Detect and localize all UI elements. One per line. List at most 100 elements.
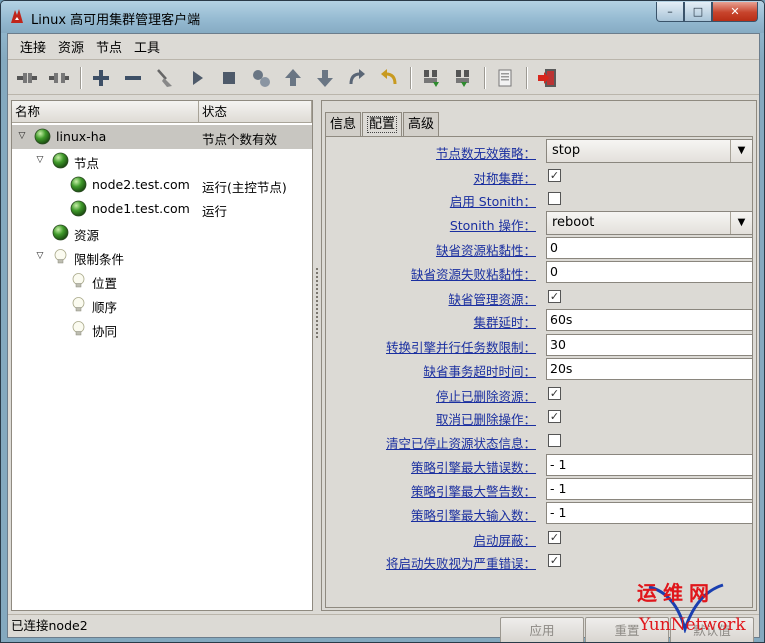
undo-icon <box>381 68 397 84</box>
config-label: 集群延时： <box>473 315 536 330</box>
config-checkbox[interactable]: ✓ <box>548 387 561 400</box>
menu-nodes[interactable]: 节点 <box>90 37 128 56</box>
config-row: 转换引擎并行任务数限制： 30 <box>326 333 754 357</box>
tree-row[interactable]: 位置 <box>12 269 312 293</box>
column-status-header[interactable]: 状态 <box>199 101 312 123</box>
tree-row[interactable]: node1.test.com 运行 <box>12 197 312 221</box>
toolbar-separator <box>526 66 528 89</box>
config-dropdown[interactable]: stop ▼ <box>546 139 753 163</box>
config-checkbox[interactable] <box>548 434 561 447</box>
config-label: 策略引擎最大警告数： <box>410 484 536 499</box>
cluster-tree[interactable]: 名称 状态 ▽ linux-ha 节点个数有效 ▽ 节点 node2.test.com 运行… <box>11 100 313 611</box>
config-text-input[interactable]: 0 <box>546 237 753 259</box>
config-dropdown[interactable]: reboot ▼ <box>546 211 753 235</box>
tree-row[interactable]: 资源 <box>12 221 312 245</box>
tree-row-label: 位置 <box>92 276 118 291</box>
config-row: 缺省事务超时时间： 20s <box>326 357 754 381</box>
config-row: 对称集群： ✓ <box>326 164 754 188</box>
remove-button[interactable] <box>119 64 147 92</box>
config-label: 停止已删除资源： <box>435 389 536 404</box>
config-text-input[interactable]: 0 <box>546 261 753 283</box>
expander-icon[interactable]: ▽ <box>34 250 46 262</box>
add-button[interactable] <box>87 64 115 92</box>
start-button[interactable] <box>183 64 211 92</box>
exit-button[interactable] <box>533 64 561 92</box>
config-row: 清空已停止资源状态信息： <box>326 429 754 453</box>
log-button[interactable] <box>491 64 519 92</box>
tree-row[interactable]: ▽ 节点 <box>12 149 312 173</box>
config-label: Stonith 操作： <box>449 218 536 233</box>
config-text-input[interactable]: - 1 <box>546 478 753 500</box>
remove-icon <box>125 75 141 80</box>
tab-info[interactable]: 信息 <box>325 112 362 136</box>
tree-row-label: 资源 <box>74 228 100 243</box>
menu-resources[interactable]: 资源 <box>52 37 90 56</box>
config-checkbox[interactable]: ✓ <box>548 531 561 544</box>
start-icon <box>193 70 203 85</box>
dropdown-arrow-icon[interactable]: ▼ <box>730 212 752 234</box>
config-checkbox[interactable] <box>548 192 561 205</box>
config-row: 缺省资源失败粘黏性： 0 <box>326 260 754 284</box>
undo-button[interactable] <box>375 64 403 92</box>
connection-status: 已连接node2 <box>11 618 88 633</box>
tree-row-status: 运行 <box>202 204 228 219</box>
tree-row[interactable]: ▽ 限制条件 <box>12 245 312 269</box>
dropdown-arrow-icon[interactable]: ▼ <box>730 140 752 162</box>
config-text-input[interactable]: 60s <box>546 309 753 331</box>
tree-row[interactable]: 顺序 <box>12 293 312 317</box>
minimize-icon: – <box>667 5 673 18</box>
menu-tools[interactable]: 工具 <box>128 37 166 56</box>
tab-config[interactable]: 配置 <box>362 112 403 137</box>
manage-button[interactable] <box>247 64 275 92</box>
tree-row-status: 运行(主控节点) <box>202 180 287 195</box>
tree-row[interactable]: ▽ linux-ha 节点个数有效 <box>12 125 312 149</box>
constraint-bulb-icon <box>70 272 87 289</box>
config-panel: 节点数无效策略： stop ▼ 对称集群： ✓ 启用 Stonith： Stonith 操作… <box>325 136 753 608</box>
close-button[interactable]: ✕ <box>712 2 758 22</box>
exit-icon <box>538 68 556 87</box>
config-row: 策略引擎最大警告数： - 1 <box>326 477 754 501</box>
log-icon <box>498 69 512 86</box>
move-up-button[interactable] <box>279 64 307 92</box>
tree-row[interactable]: node2.test.com 运行(主控节点) <box>12 173 312 197</box>
config-checkbox[interactable]: ✓ <box>548 410 561 423</box>
config-text-input[interactable]: 20s <box>546 358 753 380</box>
config-text-input[interactable]: - 1 <box>546 454 753 476</box>
client-area: 连接 资源 节点 工具 名称 状态 ▽ linux-ha 节点个数有效 ▽ 节点… <box>7 33 760 642</box>
minimize-button[interactable]: – <box>656 2 684 22</box>
config-checkbox[interactable]: ✓ <box>548 169 561 182</box>
tree-row[interactable]: 协同 <box>12 317 312 341</box>
checkmark-icon: ✓ <box>549 531 560 544</box>
watermark-logo: 运维网 YunNetwork <box>637 577 762 639</box>
toolbar-separator <box>410 66 412 89</box>
config-checkbox[interactable]: ✓ <box>548 554 561 567</box>
stop-button[interactable] <box>215 64 243 92</box>
config-checkbox[interactable]: ✓ <box>548 290 561 303</box>
tree-row-label: 协同 <box>92 324 118 339</box>
status-ball-icon <box>70 200 87 217</box>
constraint-bulb-icon <box>70 296 87 313</box>
column-name-header[interactable]: 名称 <box>12 101 199 123</box>
expander-icon[interactable]: ▽ <box>16 130 28 142</box>
config-row: Stonith 操作： reboot ▼ <box>326 211 754 235</box>
pane-splitter[interactable] <box>314 266 320 346</box>
redo-button[interactable] <box>343 64 371 92</box>
move-down-button[interactable] <box>311 64 339 92</box>
expander-icon[interactable]: ▽ <box>34 154 46 166</box>
config-text-input[interactable]: - 1 <box>546 502 753 524</box>
active-button[interactable] <box>449 64 477 92</box>
stop-icon <box>223 71 235 84</box>
config-label: 节点数无效策略： <box>435 146 536 161</box>
checkmark-icon: ✓ <box>549 410 560 423</box>
cleanup-button[interactable] <box>151 64 179 92</box>
close-icon: ✕ <box>730 5 740 18</box>
tree-row-label: 限制条件 <box>74 252 125 267</box>
title-bar[interactable]: Linux 高可用集群管理客户端 – □ ✕ <box>1 1 764 33</box>
config-text-input[interactable]: 30 <box>546 334 753 356</box>
connect-button[interactable] <box>13 64 41 92</box>
maximize-button[interactable]: □ <box>684 2 712 22</box>
standby-button[interactable] <box>417 64 445 92</box>
tab-advanced[interactable]: 高级 <box>403 112 440 136</box>
menu-connect[interactable]: 连接 <box>14 37 52 56</box>
disconnect-button[interactable] <box>45 64 73 92</box>
